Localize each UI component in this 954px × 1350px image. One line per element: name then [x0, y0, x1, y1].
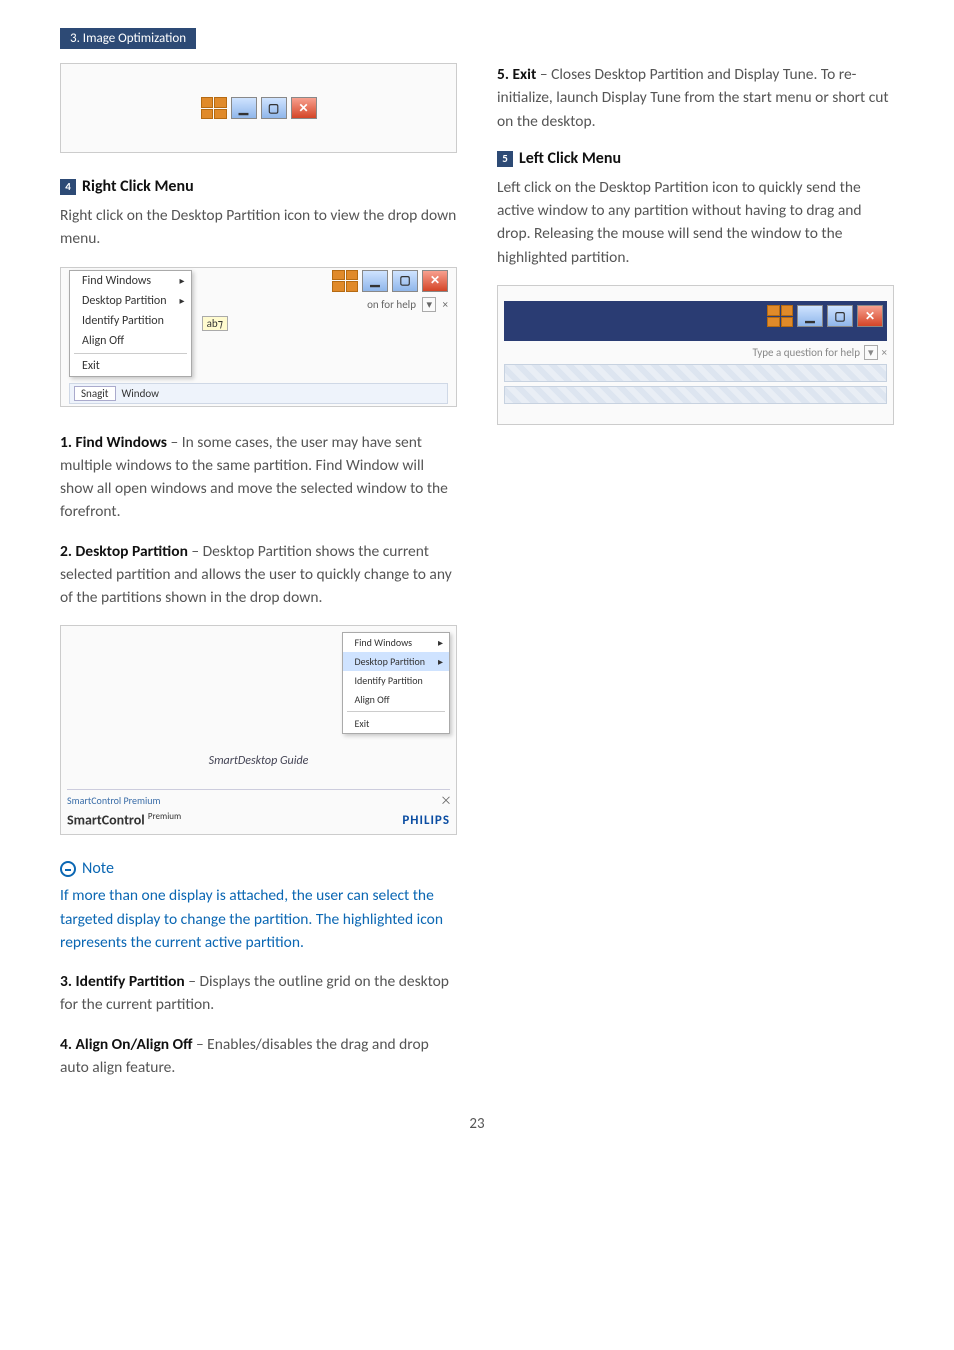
right-click-intro: Right click on the Desktop Partition ico… [60, 204, 457, 251]
item-5: 5. Exit – Closes Desktop Partition and D… [497, 63, 894, 133]
item-4: 4. Align On/Align Off – Enables/disables… [60, 1033, 457, 1080]
item-5-body: – Closes Desktop Partition and Display T… [497, 65, 889, 131]
right-column: 5. Exit – Closes Desktop Partition and D… [497, 63, 894, 1095]
window-close-icon: ✕ [857, 305, 883, 327]
section-4-title: Right Click Menu [82, 177, 194, 196]
dp-submenu: Find Windows Desktop Partition Identify … [342, 632, 450, 734]
note-icon [60, 861, 76, 877]
note-title: Note [82, 859, 114, 878]
toolbar-placeholder [504, 364, 887, 382]
item-3: 3. Identify Partition – Displays the out… [60, 970, 457, 1017]
window-minimize-icon: ▁ [231, 97, 257, 119]
help-dropdown-icon[interactable]: ▾ [422, 297, 436, 312]
dp-footer-close-icon[interactable]: ⨉ [442, 794, 450, 807]
snagit-tab[interactable]: Snagit [74, 386, 116, 401]
lc-help-close-icon[interactable]: × [882, 346, 887, 359]
dp-menu-identify[interactable]: Identify Partition [343, 671, 449, 690]
item-1: 1. Find Windows – In some cases, the use… [60, 431, 457, 524]
item-5-lead: 5. Exit [497, 65, 536, 84]
window-maximize-icon: ▢ [261, 97, 287, 119]
item-1-lead: 1. Find Windows [60, 433, 167, 452]
item-2: 2. Desktop Partition – Desktop Partition… [60, 540, 457, 610]
lc-help-hint: Type a question for help [752, 346, 860, 359]
dp-footer-label: SmartControl Premium [67, 794, 161, 807]
help-close-icon[interactable]: × [443, 298, 448, 311]
section-number-5: 5 [497, 151, 513, 167]
left-click-intro: Left click on the Desktop Partition icon… [497, 176, 894, 269]
dp-menu-align[interactable]: Align Off [343, 690, 449, 709]
philips-brand: PHILIPS [402, 813, 450, 828]
page: 3. Image Optimization ▁ ▢ ✕ 4 Right Click… [0, 0, 954, 1163]
fig-desktop-partition: Find Windows Desktop Partition Identify … [60, 625, 457, 835]
section-5-title: Left Click Menu [519, 149, 621, 168]
window-minimize-icon: ▁ [362, 270, 388, 292]
window-minimize-icon: ▁ [797, 305, 823, 327]
fig-left-click: ▁ ▢ ✕ Type a question for help ▾ × [497, 285, 894, 425]
fig-titlebar: ▁ ▢ ✕ [60, 63, 457, 153]
dp-menu-exit[interactable]: Exit [343, 714, 449, 733]
ctx-align-off[interactable]: Align Off [70, 331, 191, 351]
ctx-identify-partition[interactable]: Identify Partition [70, 311, 191, 331]
note-heading: Note [60, 859, 457, 878]
context-menu: Find Windows Desktop Partition Identify … [69, 270, 192, 377]
window-tab[interactable]: Window [122, 387, 160, 400]
window-close-icon: ✕ [291, 97, 317, 119]
ctx-exit[interactable]: Exit [70, 356, 191, 376]
fig-context-menu: Find Windows Desktop Partition Identify … [60, 267, 457, 407]
help-hint: on for help [367, 298, 416, 311]
item-2-lead: 2. Desktop Partition [60, 542, 188, 561]
section-4-heading: 4 Right Click Menu [60, 177, 457, 196]
item-3-lead: 3. Identify Partition [60, 972, 185, 991]
toolbar-placeholder [504, 386, 887, 404]
section-number-4: 4 [60, 179, 76, 195]
partition-grid-icon [332, 270, 358, 292]
ctx-desktop-partition[interactable]: Desktop Partition [70, 291, 191, 311]
partition-grid-icon [201, 97, 227, 119]
lc-help-dropdown-icon[interactable]: ▾ [864, 345, 878, 360]
left-column: ▁ ▢ ✕ 4 Right Click Menu Right click on t… [60, 63, 457, 1095]
note-body: If more than one display is attached, th… [60, 884, 457, 954]
window-controls-small: ▁ ▢ ✕ [202, 270, 448, 292]
section-5-heading: 5 Left Click Menu [497, 149, 894, 168]
two-column-layout: ▁ ▢ ✕ 4 Right Click Menu Right click on t… [60, 63, 894, 1095]
page-number: 23 [60, 1115, 894, 1133]
abc-highlight-icon[interactable]: ab⁊ [202, 316, 229, 331]
dp-premium: Premium [148, 811, 181, 822]
dp-menu-dp[interactable]: Desktop Partition [343, 652, 449, 671]
chapter-tab: 3. Image Optimization [60, 28, 196, 49]
ctx-find-windows[interactable]: Find Windows [70, 271, 191, 291]
window-maximize-icon: ▢ [392, 270, 418, 292]
partition-grid-icon [767, 305, 793, 327]
window-close-icon: ✕ [422, 270, 448, 292]
window-controls: ▁ ▢ ✕ [201, 97, 317, 119]
window-maximize-icon: ▢ [827, 305, 853, 327]
item-4-lead: 4. Align On/Align Off [60, 1035, 192, 1054]
ctx-separator [74, 353, 187, 354]
dp-doc-title: SmartDesktop Guide [67, 734, 450, 788]
dp-smartcontrol: SmartControl [67, 811, 145, 828]
dp-menu-find[interactable]: Find Windows [343, 633, 449, 652]
window-controls-lc: ▁ ▢ ✕ [767, 305, 883, 327]
